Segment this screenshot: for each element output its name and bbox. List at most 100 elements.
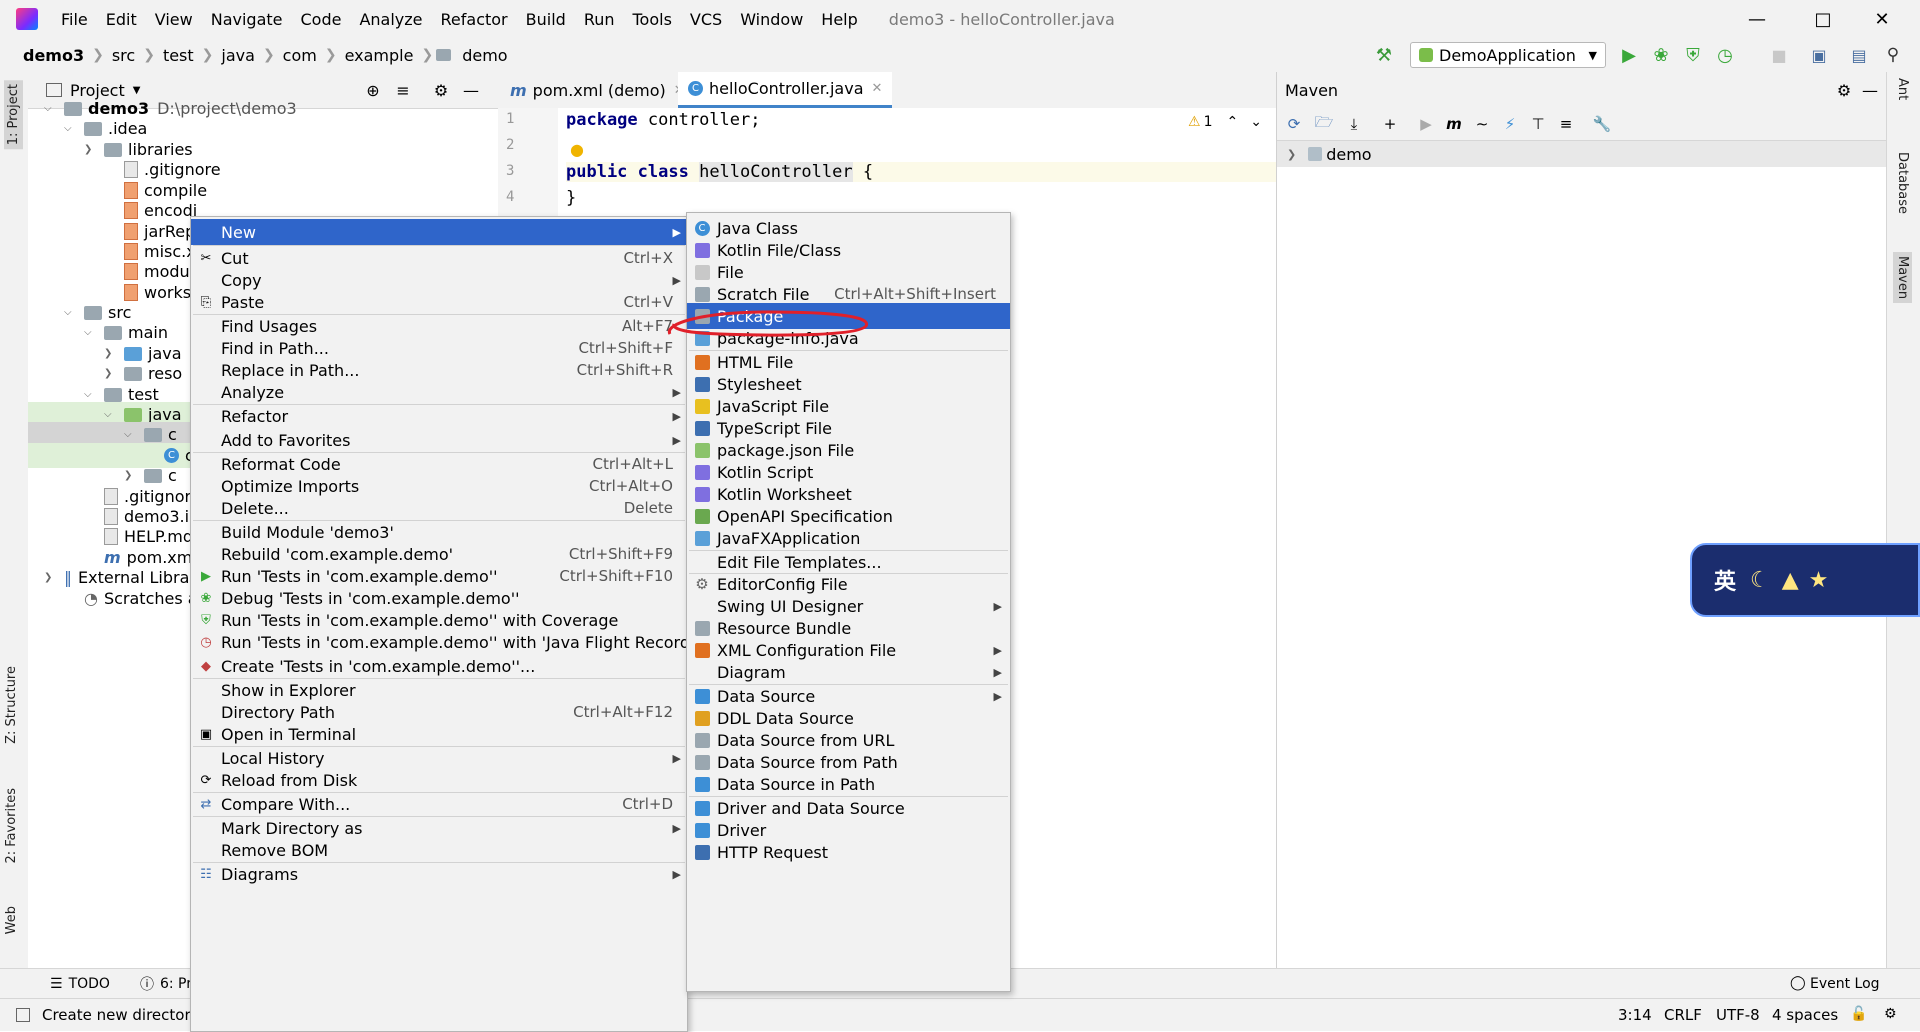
chevron-right-icon[interactable]: ❯ (1287, 148, 1296, 161)
breadcrumb-item[interactable]: com (283, 46, 317, 65)
menu-analyze[interactable]: Analyze (350, 10, 431, 29)
close-window-button[interactable]: ✕ (1853, 0, 1911, 38)
status-toggle-icon[interactable] (16, 1008, 30, 1022)
run-icon[interactable]: ▶ (1417, 115, 1435, 133)
reimport-folder-icon[interactable]: 🗁 (1315, 113, 1334, 133)
inspector-icon[interactable]: ⚙ (1884, 1006, 1897, 1022)
execute-goal-icon[interactable]: m (1445, 115, 1463, 133)
chevron-down-icon[interactable]: ⌵ (104, 409, 112, 420)
menu-file[interactable]: File (52, 10, 97, 29)
chevron-down-icon[interactable]: ⌵ (44, 103, 52, 114)
lightbulb-icon[interactable]: ● (570, 140, 584, 159)
run-icon[interactable]: ▶ (1620, 45, 1638, 66)
context-menu-item[interactable]: Delete... Delete (191, 495, 687, 521)
collapse-all-icon[interactable]: ≡ (1557, 115, 1575, 133)
menu-refactor[interactable]: Refactor (432, 10, 517, 29)
project-tool-tab[interactable]: 1: Project (4, 80, 23, 150)
chevron-right-icon[interactable]: ❯ (124, 470, 132, 481)
build-hammer-icon[interactable]: ⚒ (1375, 45, 1393, 66)
download-icon[interactable]: ⤓ (1345, 115, 1363, 133)
indent-setting[interactable]: 4 spaces (1772, 1006, 1838, 1024)
context-menu-item[interactable]: Analyze ▶ (191, 379, 687, 405)
breadcrumb-item[interactable]: example (345, 46, 414, 65)
menu-help[interactable]: Help (812, 10, 866, 29)
chevron-up-icon[interactable]: ⌃ (1226, 114, 1238, 130)
menu-vcs[interactable]: VCS (681, 10, 731, 29)
ant-tool-tab[interactable]: Ant (1895, 78, 1910, 100)
context-menu-item[interactable]: ☷ Diagrams ▶ (191, 861, 687, 887)
new-submenu-item[interactable]: JavaFXApplication (687, 525, 1010, 551)
database-tool-tab[interactable]: Database (1895, 152, 1910, 214)
coverage-icon[interactable]: ⛨ (1684, 45, 1702, 66)
wrench-icon[interactable]: 🔧 (1593, 115, 1612, 133)
add-icon[interactable]: + (1381, 115, 1399, 133)
line-separator[interactable]: CRLF (1664, 1006, 1702, 1024)
gear-icon[interactable]: ⚙ (1835, 81, 1853, 100)
menu-navigate[interactable]: Navigate (202, 10, 292, 29)
context-menu-item[interactable]: ⎘ Paste Ctrl+V (191, 289, 687, 315)
ime-floating-widget[interactable]: 英 ☾ ▲ ★ (1690, 543, 1920, 617)
todo-tool-tab[interactable]: TODO (69, 976, 110, 992)
run-configuration-select[interactable]: DemoApplication ▼ (1410, 42, 1606, 68)
context-menu-item[interactable]: New ▶ (191, 219, 687, 245)
tab-hello-controller[interactable]: C helloController.java ✕ (678, 72, 893, 108)
context-menu-item[interactable]: ◆ Create 'Tests in 'com.example.demo''... (191, 653, 687, 679)
context-menu-item[interactable]: ⇄ Compare With... Ctrl+D (191, 791, 687, 817)
structure-tool-tab[interactable]: Z: Structure (4, 666, 19, 744)
file-encoding[interactable]: UTF-8 (1716, 1006, 1760, 1024)
context-menu-item[interactable]: ⟳ Reload from Disk (191, 767, 687, 793)
chevron-down-icon[interactable]: ⌵ (124, 429, 132, 440)
chevron-right-icon[interactable]: ❯ (104, 348, 112, 359)
stop-icon[interactable]: ■ (1770, 46, 1788, 65)
show-dependencies-icon[interactable]: ⊤ (1529, 115, 1547, 133)
inspection-widget[interactable]: ⚠ 1 ⌃ ⌄ (1188, 114, 1262, 130)
menu-view[interactable]: View (146, 10, 202, 29)
lock-icon[interactable]: 🔓 (1850, 1006, 1867, 1022)
layout-icon[interactable]: ▤ (1850, 46, 1868, 65)
debug-icon[interactable]: ❀ (1652, 45, 1670, 66)
web-tool-tab[interactable]: Web (4, 906, 19, 934)
maximize-button[interactable]: □ (1794, 0, 1852, 38)
breadcrumb-item[interactable]: demo3 (23, 46, 84, 65)
caret-position[interactable]: 3:14 (1618, 1006, 1652, 1024)
maven-tree-root[interactable]: ❯ demo (1277, 141, 1887, 167)
reload-icon[interactable]: ⟳ (1285, 115, 1303, 133)
context-menu-item[interactable]: ▣ Open in Terminal (191, 721, 687, 747)
chevron-down-icon[interactable]: ⌵ (84, 327, 92, 338)
menu-tools[interactable]: Tools (624, 10, 681, 29)
menu-edit[interactable]: Edit (97, 10, 146, 29)
toggle-offline-icon[interactable]: ∼ (1473, 115, 1491, 133)
context-menu-item[interactable]: Refactor ▶ (191, 403, 687, 429)
menu-build[interactable]: Build (517, 10, 575, 29)
hide-icon[interactable]: — (1861, 81, 1879, 100)
breadcrumb-item[interactable]: test (163, 46, 194, 65)
minimize-button[interactable]: — (1728, 0, 1786, 38)
chevron-down-icon[interactable]: ⌵ (64, 123, 72, 134)
chevron-down-icon[interactable]: ⌵ (64, 307, 72, 318)
new-submenu-item[interactable]: Diagram ▶ (687, 659, 1010, 685)
chevron-right-icon[interactable]: ❯ (44, 572, 52, 583)
chevron-down-icon[interactable]: ▼ (133, 85, 141, 96)
event-log-tab[interactable]: Event Log (1810, 976, 1880, 992)
new-submenu-item[interactable]: Data Source in Path (687, 771, 1010, 797)
new-submenu-item[interactable]: HTTP Request (687, 839, 1010, 865)
chevron-down-icon[interactable]: ⌄ (1250, 114, 1262, 130)
search-everywhere-icon[interactable]: ⚲ (1884, 45, 1902, 65)
maven-tool-tab[interactable]: Maven (1893, 252, 1912, 304)
skip-tests-icon[interactable]: ⚡ (1501, 115, 1519, 133)
breadcrumb-item[interactable]: java (221, 46, 255, 65)
breadcrumb-item[interactable]: src (112, 46, 135, 65)
context-menu-item[interactable]: Remove BOM (191, 837, 687, 863)
menu-window[interactable]: Window (731, 10, 812, 29)
chevron-right-icon[interactable]: ❯ (84, 144, 92, 155)
breadcrumb-item[interactable]: demo (462, 46, 507, 65)
tab-pom-xml[interactable]: m pom.xml (demo) ✕ (500, 72, 695, 108)
favorites-tool-tab[interactable]: 2: Favorites (4, 788, 19, 864)
menu-code[interactable]: Code (292, 10, 351, 29)
profile-icon[interactable]: ◷ (1716, 45, 1734, 66)
project-structure-icon[interactable]: ▣ (1810, 46, 1828, 65)
context-menu-item[interactable]: ◷ Run 'Tests in 'com.example.demo'' with … (191, 629, 710, 655)
chevron-down-icon[interactable]: ⌵ (84, 389, 92, 400)
close-icon[interactable]: ✕ (872, 81, 883, 96)
context-menu-item[interactable]: Add to Favorites ▶ (191, 427, 687, 453)
